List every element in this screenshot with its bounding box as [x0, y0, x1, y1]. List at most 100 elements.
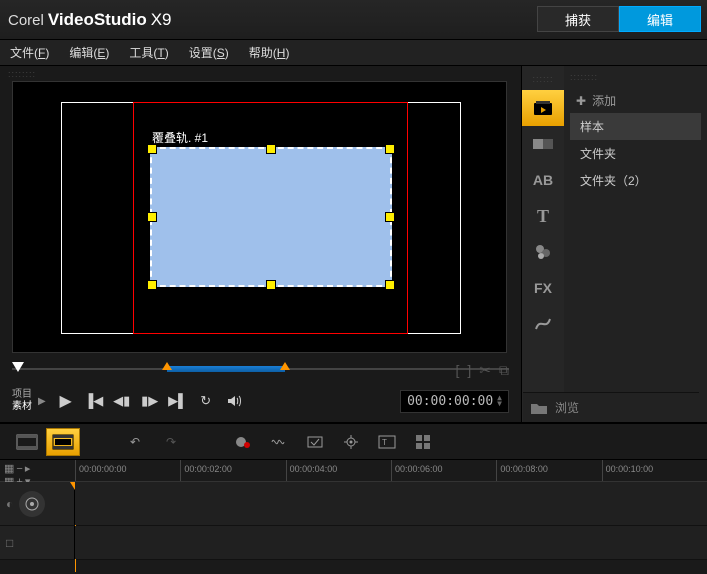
ruler-tick: 00:00:10:00: [602, 460, 707, 481]
resize-handle-bm[interactable]: [266, 280, 276, 290]
split-clip-button[interactable]: ✂: [479, 362, 491, 379]
mark-out-button[interactable]: ]: [467, 362, 471, 379]
overlay-clip[interactable]: 覆叠轨. #1: [150, 147, 392, 287]
timeline-ruler[interactable]: ▦ − ▸ ▦ + ▾ 00:00:00:00 00:00:02:00 00:0…: [0, 460, 707, 482]
text-button[interactable]: T: [522, 198, 564, 234]
menu-file[interactable]: 文件(F): [10, 44, 49, 61]
library-folder-2[interactable]: 文件夹（2）: [570, 167, 701, 194]
video-track-header[interactable]: ◐: [0, 482, 75, 525]
track-arrow-icon: ▸: [25, 462, 31, 475]
mode-clip-label[interactable]: 素材: [12, 401, 32, 413]
panel-gripper[interactable]: ::::::: [522, 74, 564, 84]
library-folder-1[interactable]: 文件夹: [570, 140, 701, 167]
fx-filter-button[interactable]: FX: [522, 270, 564, 306]
logo-version: X9: [151, 10, 172, 30]
folder-icon: [531, 402, 547, 414]
end-button[interactable]: ▶▌: [166, 389, 190, 413]
timecode-display[interactable]: 00:00:00:00 ▲▼: [400, 390, 509, 413]
add-folder-button[interactable]: ✚ 添加: [570, 88, 701, 113]
ruler-tick: 00:00:06:00: [391, 460, 496, 481]
workspace: :::::::: 覆叠轨. #1 [: [0, 66, 707, 424]
play-button[interactable]: ▶: [54, 389, 78, 413]
video-track-lane[interactable]: [75, 482, 707, 525]
resize-handle-bl[interactable]: [147, 280, 157, 290]
menu-bar: 文件(F) 编辑(E) 工具(T) 设置(S) 帮助(H): [0, 40, 707, 66]
trim-mark-out[interactable]: [280, 362, 290, 370]
trim-range[interactable]: [167, 366, 285, 372]
resize-handle-ml[interactable]: [147, 212, 157, 222]
media-library-button[interactable]: [522, 90, 564, 126]
playback-mode[interactable]: 项目 素材: [12, 389, 32, 413]
browse-label: 浏览: [555, 399, 579, 416]
multi-camera-button[interactable]: [406, 428, 440, 456]
home-button[interactable]: ▐◀: [82, 389, 106, 413]
undo-button[interactable]: ↶: [118, 428, 152, 456]
snapshot-button[interactable]: ⧉: [499, 362, 509, 379]
title-bar: Corel VideoStudio X9 捕获 编辑: [0, 0, 707, 40]
audio-mixer-button[interactable]: [262, 428, 296, 456]
workspace-tabs: 捕获 编辑: [537, 6, 701, 32]
title-button[interactable]: AB: [522, 162, 564, 198]
redo-button[interactable]: ↷: [154, 428, 188, 456]
panel-gripper[interactable]: ::::::::: [8, 69, 36, 79]
motion-path-button[interactable]: [522, 306, 564, 342]
library-browse-row[interactable]: 浏览: [523, 392, 699, 422]
timecode-stepper[interactable]: ▲▼: [497, 395, 502, 407]
volume-button[interactable]: [222, 389, 246, 413]
toolbar-separator: [82, 428, 116, 456]
resize-handle-tr[interactable]: [385, 144, 395, 154]
tab-capture[interactable]: 捕获: [537, 6, 619, 32]
scrub-bar[interactable]: [ ] ✂ ⧉: [12, 360, 509, 380]
svg-text:T: T: [382, 438, 387, 447]
library-content: :::::::: ✚ 添加 样本 文件夹 文件夹（2）: [564, 66, 707, 424]
ruler-tick: 00:00:00:00: [75, 460, 180, 481]
panel-gripper[interactable]: ::::::::: [570, 72, 701, 82]
subtitle-button[interactable]: T: [370, 428, 404, 456]
track-toggle-icon[interactable]: ◐: [6, 497, 13, 511]
preview-viewport[interactable]: 覆叠轨. #1: [12, 81, 507, 353]
menu-tools[interactable]: 工具(T): [129, 44, 168, 61]
trim-mark-in[interactable]: [162, 362, 172, 370]
app-logo: Corel VideoStudio X9: [8, 10, 172, 30]
mark-in-button[interactable]: [: [455, 362, 459, 379]
scrub-playhead[interactable]: [12, 362, 24, 372]
track-toggle-icon[interactable]: □: [6, 536, 13, 550]
prev-frame-button[interactable]: ◀▮: [110, 389, 134, 413]
storyboard-view-button[interactable]: [10, 428, 44, 456]
overlay-track-header[interactable]: □: [0, 526, 75, 559]
ruler-ticks: 00:00:00:00 00:00:02:00 00:00:04:00 00:0…: [75, 460, 707, 481]
resize-handle-mr[interactable]: [385, 212, 395, 222]
zoom-out-button[interactable]: −: [16, 463, 22, 475]
menu-settings[interactable]: 设置(S): [189, 44, 229, 61]
add-track-button[interactable]: ▦: [4, 462, 14, 475]
menu-help[interactable]: 帮助(H): [249, 44, 290, 61]
menu-edit[interactable]: 编辑(E): [69, 44, 109, 61]
resize-handle-br[interactable]: [385, 280, 395, 290]
ruler-tick: 00:00:02:00: [180, 460, 285, 481]
record-button[interactable]: [226, 428, 260, 456]
logo-brand: Corel: [8, 12, 44, 29]
auto-music-button[interactable]: [298, 428, 332, 456]
overlay-track[interactable]: □: [0, 526, 707, 560]
motion-tracking-button[interactable]: [334, 428, 368, 456]
library-folder-sample[interactable]: 样本: [570, 113, 701, 140]
library-panel: :::::: AB T FX :::::::: ✚ 添加 样本: [521, 66, 707, 424]
next-frame-button[interactable]: ▮▶: [138, 389, 162, 413]
timecode-value: 00:00:00:00: [407, 394, 493, 409]
graphic-button[interactable]: [522, 234, 564, 270]
timeline-view-button[interactable]: [46, 428, 80, 456]
video-track[interactable]: ◐: [0, 482, 707, 526]
resize-handle-tl[interactable]: [147, 144, 157, 154]
resize-handle-tm[interactable]: [266, 144, 276, 154]
mode-project-label[interactable]: 项目: [12, 389, 32, 401]
ruler-tick: 00:00:08:00: [496, 460, 601, 481]
overlay-track-lane[interactable]: [75, 526, 707, 559]
transition-button[interactable]: [522, 126, 564, 162]
timeline-toolbar: ↶ ↷ T: [0, 424, 707, 460]
repeat-button[interactable]: ↻: [194, 389, 218, 413]
timeline-panel: ↶ ↷ T ▦ − ▸ ▦ +: [0, 422, 707, 574]
overlay-clip-label: 覆叠轨. #1: [152, 129, 208, 146]
plus-icon: ✚: [576, 94, 586, 108]
player-controls: 项目 素材 ▶ ▶ ▐◀ ◀▮ ▮▶ ▶▌ ↻ 00:00:00:00 ▲▼: [12, 386, 509, 416]
tab-edit[interactable]: 编辑: [619, 6, 701, 32]
